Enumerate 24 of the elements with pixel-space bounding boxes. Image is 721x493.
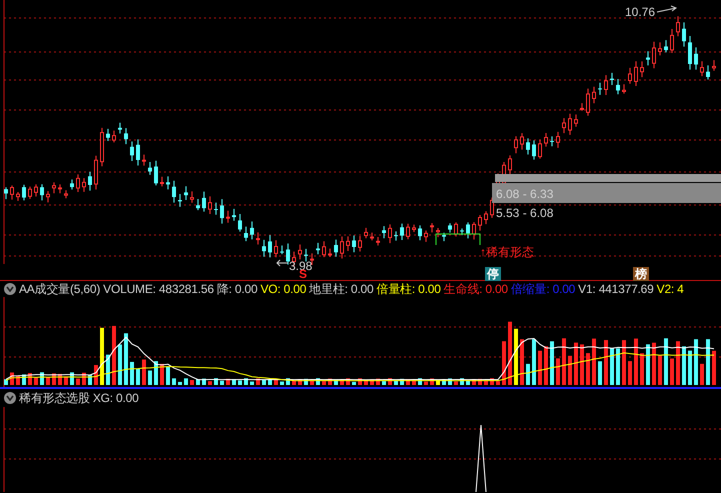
range-line [436, 234, 480, 246]
indicator-value: 降: 0.00 [216, 281, 258, 297]
indicator-value: 倍量柱: 0.00 [376, 281, 441, 297]
indicator-value: XG: 0.00 [92, 391, 139, 405]
pattern-label: ↑稀有形态 [480, 245, 534, 259]
arrow-icon [276, 260, 288, 266]
indicator-title: AA成交量(5,60) [19, 281, 100, 297]
indicator-value: VO: 0.00 [260, 282, 306, 296]
indicator-value: 倍缩量: 0.00 [510, 281, 576, 297]
price-zone-label: 5.53 - 6.08 [496, 206, 554, 220]
signal-spike-drawing [476, 424, 486, 492]
price-zone-label: 6.08 - 6.33 [496, 187, 554, 201]
indicator-value: V2: 4 [656, 282, 684, 296]
indicator-value: 生命线: 0.00 [444, 281, 508, 297]
indicator-value: V1: 441377.69 [578, 282, 654, 296]
collapse-icon[interactable] [4, 283, 16, 295]
high-price-label: 10.76 [625, 5, 656, 19]
signal-marker: 榜 [633, 267, 649, 281]
indicator-title: 稀有形态选股 [19, 390, 90, 406]
indicator-value: 地里柱: 0.00 [309, 281, 374, 297]
arrow-icon [656, 6, 678, 12]
indicator-value: VOLUME: 483281.56 [103, 282, 214, 296]
collapse-icon[interactable] [4, 392, 16, 404]
signal-marker: 停 [485, 267, 501, 281]
